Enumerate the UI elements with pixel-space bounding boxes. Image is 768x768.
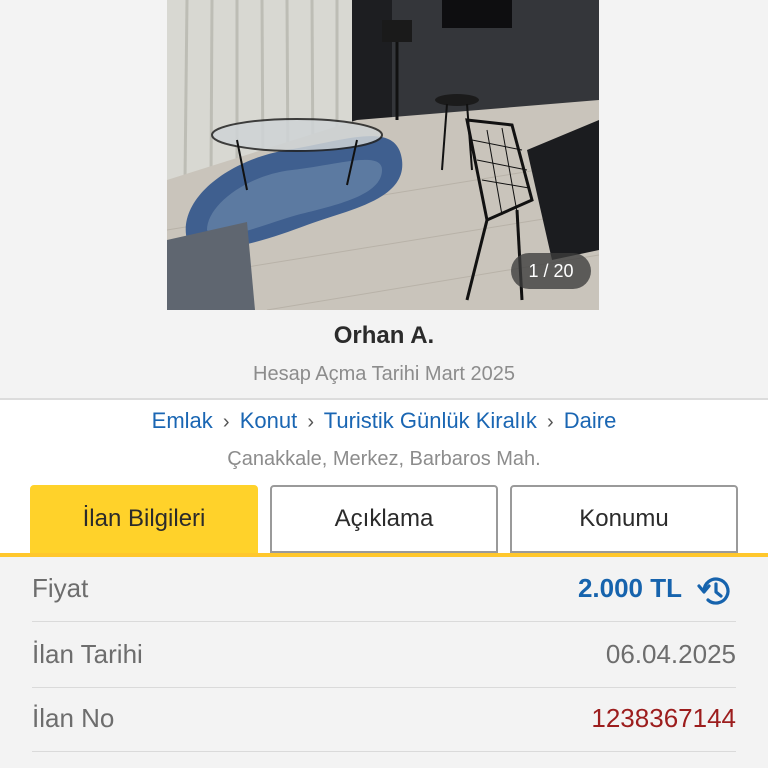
breadcrumb: Emlak › Konut › Turistik Günlük Kiralık … bbox=[0, 408, 768, 434]
breadcrumb-separator: › bbox=[546, 411, 554, 433]
account-since: Hesap Açma Tarihi Mart 2025 bbox=[253, 363, 515, 385]
seller-name[interactable]: Orhan A. bbox=[0, 322, 768, 350]
detail-row-price: Fiyat 2.000 TL bbox=[32, 557, 736, 621]
date-label: İlan Tarihi bbox=[32, 639, 143, 669]
seller-info[interactable]: Orhan A. Hesap Açma Tarihi Mart 2025 bbox=[0, 310, 768, 398]
tab-bar: İlan Bilgileri Açıklama Konumu bbox=[0, 480, 768, 556]
breadcrumb-item-daire[interactable]: Daire bbox=[564, 408, 617, 433]
tab-aciklama[interactable]: Açıklama bbox=[270, 485, 498, 553]
tab-konumu[interactable]: Konumu bbox=[510, 485, 738, 553]
location-text: Çanakkale, Merkez, Barbaros Mah. bbox=[227, 448, 541, 470]
listing-no-label: İlan No bbox=[32, 703, 115, 733]
category-section: Emlak › Konut › Turistik Günlük Kiralık … bbox=[0, 400, 768, 480]
listing-photo[interactable]: 1 / 20 bbox=[167, 0, 599, 310]
row-divider bbox=[32, 751, 736, 752]
price-label: Fiyat bbox=[32, 573, 89, 603]
row-divider bbox=[32, 621, 736, 622]
listing-no-value[interactable]: 1238367144 bbox=[591, 703, 736, 734]
listing-page: 1 / 20 Orhan A. Hesap Açma Tarihi Mart 2… bbox=[0, 0, 768, 768]
photo-counter: 1 / 20 bbox=[511, 253, 591, 289]
photo-gallery[interactable]: 1 / 20 bbox=[0, 0, 768, 310]
breadcrumb-separator: › bbox=[222, 411, 230, 433]
detail-row-date: İlan Tarihi 06.04.2025 bbox=[32, 623, 736, 687]
date-value: 06.04.2025 bbox=[605, 639, 736, 669]
tab-ilan-bilgileri[interactable]: İlan Bilgileri bbox=[30, 485, 258, 553]
detail-row-listing-no: İlan No 1238367144 bbox=[32, 687, 736, 751]
history-icon[interactable] bbox=[696, 571, 736, 611]
breadcrumb-item-konut[interactable]: Konut bbox=[240, 408, 298, 433]
breadcrumb-separator: › bbox=[307, 411, 314, 433]
breadcrumb-item-turistik[interactable]: Turistik Günlük Kiralık bbox=[324, 408, 537, 433]
breadcrumb-item-emlak[interactable]: Emlak bbox=[152, 408, 213, 433]
price-value: 2.000 TL bbox=[577, 573, 682, 603]
listing-details: Fiyat 2.000 TL İlan Tarihi 06.04.2025 İl… bbox=[0, 557, 768, 768]
